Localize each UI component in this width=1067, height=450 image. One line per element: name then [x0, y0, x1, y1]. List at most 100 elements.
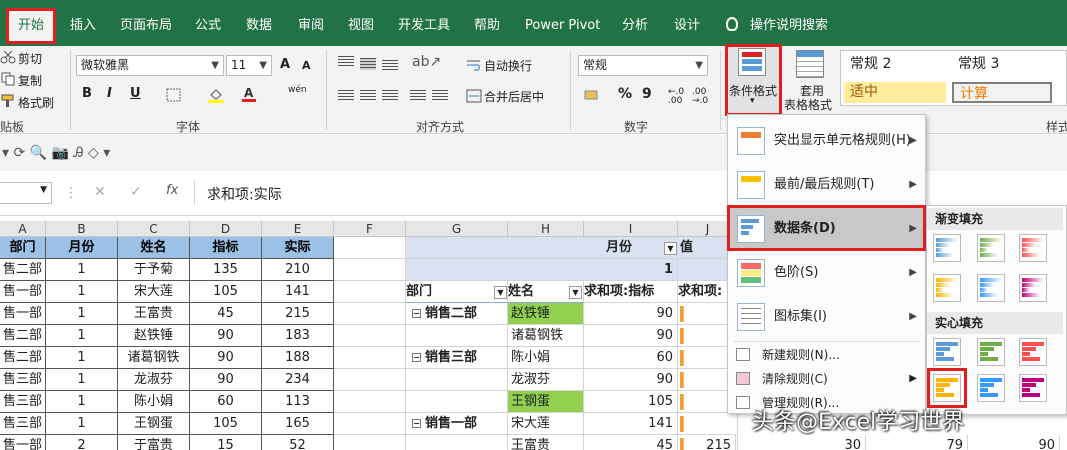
style-cell-normal-2[interactable]: 常规 2 [844, 54, 946, 75]
table-cell[interactable]: 45 [190, 303, 262, 325]
table-cell[interactable]: 于富贵 [118, 435, 190, 450]
table-cell[interactable]: 1 [46, 303, 118, 325]
empty-cell[interactable] [334, 391, 406, 413]
column-header-D[interactable]: D [190, 221, 262, 237]
pivot-dept-cell[interactable]: − 销售二部 [406, 303, 508, 325]
wrap-text-button[interactable]: 自动换行 [484, 57, 532, 74]
table-cell[interactable]: 1 [46, 413, 118, 435]
table-cell[interactable]: 宋大莲 [118, 281, 190, 303]
tab-developer[interactable]: 开发工具 [398, 12, 450, 40]
table-cell[interactable]: 165 [262, 413, 334, 435]
pivot-name-cell[interactable]: 陈小娟 [508, 347, 584, 369]
align-top-icon[interactable] [338, 56, 354, 68]
pivot-dept-cell[interactable] [406, 369, 508, 391]
empty-cell[interactable] [334, 237, 406, 259]
table-cell[interactable]: 105 [190, 281, 262, 303]
copy-button[interactable]: 复制 [18, 72, 42, 89]
cancel-icon[interactable]: ✕ [94, 184, 106, 200]
empty-cell[interactable] [334, 259, 406, 281]
style-cell-calculation[interactable]: 计算 [952, 82, 1052, 103]
tell-me-search[interactable]: 操作说明搜索 [726, 12, 828, 40]
collapse-icon[interactable]: − [412, 353, 421, 362]
source-header-cell[interactable]: 月份 [46, 237, 118, 259]
table-cell[interactable]: 90 [190, 347, 262, 369]
table-cell[interactable]: 售一部 [0, 281, 46, 303]
pivot-value-cell[interactable]: 60 [584, 347, 678, 369]
menu-item-new-rule[interactable]: 新建规则(N)... [728, 343, 925, 367]
menu-item-clear-rules[interactable]: 清除规则(C) ▶ [728, 367, 925, 391]
column-header-I[interactable]: I [584, 221, 678, 237]
table-cell[interactable]: 龙淑芬 [118, 369, 190, 391]
enter-icon[interactable]: ✓ [130, 184, 142, 200]
pivot-dept-cell[interactable] [406, 391, 508, 413]
table-cell[interactable]: 90 [190, 369, 262, 391]
align-right-icon[interactable] [382, 90, 398, 102]
pivot-value-cell[interactable]: 90 [584, 303, 678, 325]
solid-databar-swatch-5[interactable] [977, 374, 1005, 402]
tab-page-layout[interactable]: 页面布局 [120, 12, 172, 40]
style-cell-normal-3[interactable]: 常规 3 [952, 54, 1052, 75]
pivot-extra-cell[interactable]: 90 [1006, 435, 1060, 450]
border-icon[interactable] [166, 88, 182, 102]
empty-cell[interactable] [334, 369, 406, 391]
align-middle-icon[interactable] [360, 58, 376, 70]
column-header-F[interactable]: F [334, 221, 406, 237]
orientation-icon[interactable]: ab↗ [412, 54, 441, 70]
solid-databar-swatch-2[interactable] [977, 338, 1005, 366]
table-cell[interactable]: 于予菊 [118, 259, 190, 281]
table-cell[interactable]: 52 [262, 435, 334, 450]
table-cell[interactable]: 141 [262, 281, 334, 303]
table-format-line2[interactable]: 表格格式 [784, 96, 832, 113]
comma-button[interactable]: 9 [642, 86, 652, 102]
empty-cell[interactable] [334, 435, 406, 450]
align-bottom-icon[interactable] [382, 60, 398, 72]
insert-function-button[interactable]: fx [166, 183, 178, 198]
decrease-decimal-button[interactable]: .00 →.0 [692, 88, 708, 106]
table-cell[interactable]: 售二部 [0, 347, 46, 369]
tab-design[interactable]: 设计 [674, 12, 700, 40]
merge-center-button[interactable]: 合并后居中 [484, 88, 544, 105]
pivot-name-cell[interactable]: 宋大莲 [508, 413, 584, 435]
table-cell[interactable]: 售二部 [0, 325, 46, 347]
pivot-extra-cell[interactable]: 30 [776, 435, 866, 450]
solid-databar-swatch-3[interactable] [1019, 338, 1047, 366]
name-box[interactable]: ▼ [0, 182, 52, 204]
menu-item-highlight-rules[interactable]: 突出显示单元格规则(H) ▶ [728, 119, 925, 163]
align-left-icon[interactable] [338, 90, 354, 102]
table-cell[interactable]: 售二部 [0, 259, 46, 281]
table-cell[interactable]: 234 [262, 369, 334, 391]
column-header-C[interactable]: C [118, 221, 190, 237]
underline-button[interactable]: U [130, 86, 141, 101]
pivot-actual-cell[interactable] [678, 413, 738, 435]
pivot-target-header[interactable]: 求和项:指标 [584, 281, 678, 303]
font-size-combo[interactable]: 11 ▼ [226, 55, 272, 76]
pivot-dept-cell[interactable]: − 销售一部 [406, 413, 508, 435]
gradient-databar-swatch-4[interactable] [933, 274, 961, 302]
table-cell[interactable]: 售一部 [0, 303, 46, 325]
table-cell[interactable]: 2 [46, 435, 118, 450]
column-header-G[interactable]: G [406, 221, 508, 237]
phonetic-button[interactable]: wén [288, 85, 307, 95]
table-cell[interactable]: 215 [262, 303, 334, 325]
table-cell[interactable]: 15 [190, 435, 262, 450]
increase-indent-icon[interactable] [432, 90, 448, 102]
table-cell[interactable]: 113 [262, 391, 334, 413]
source-header-cell[interactable]: 实际 [262, 237, 334, 259]
menu-item-top-bottom-rules[interactable]: 最前/最后规则(T) ▶ [728, 163, 925, 207]
table-cell[interactable]: 售三部 [0, 413, 46, 435]
pivot-name-cell[interactable]: 王钢蛋 [508, 391, 584, 413]
pivot-name-cell[interactable]: 龙淑芬 [508, 369, 584, 391]
font-color-icon[interactable]: A [241, 86, 257, 102]
source-header-cell[interactable]: 指标 [190, 237, 262, 259]
tab-formulas[interactable]: 公式 [195, 12, 221, 40]
collapse-icon[interactable]: − [412, 309, 421, 318]
tab-analyze[interactable]: 分析 [622, 12, 648, 40]
table-cell[interactable]: 1 [46, 259, 118, 281]
table-cell[interactable]: 105 [190, 413, 262, 435]
pivot-dept-cell[interactable]: − 销售三部 [406, 347, 508, 369]
column-header-B[interactable]: B [46, 221, 118, 237]
style-cell-neutral[interactable]: 适中 [844, 82, 946, 103]
menu-item-color-scales[interactable]: 色阶(S) ▶ [728, 251, 925, 295]
cut-button[interactable]: 剪切 [18, 50, 42, 67]
column-header-A[interactable]: A [0, 221, 46, 237]
